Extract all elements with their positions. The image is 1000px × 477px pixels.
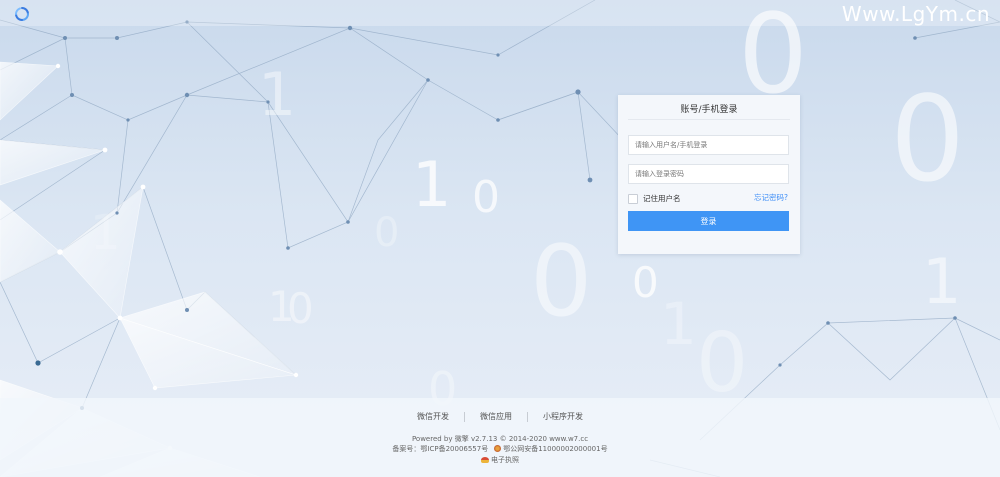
- site-watermark: Www.LgYm.cn: [841, 2, 990, 26]
- footer-link-wechat-dev[interactable]: 微信开发: [402, 411, 464, 422]
- footer-link-wechat-apps[interactable]: 微信应用: [465, 411, 527, 422]
- footer: 微信开发 微信应用 小程序开发 Powered by 微擎 v2.7.13 © …: [0, 398, 1000, 477]
- business-license[interactable]: 电子执照: [0, 455, 1000, 465]
- login-card: 账号/手机登录 记住用户名 忘记密码? 登录: [618, 95, 800, 254]
- police-record[interactable]: 鄂公网安备11000002000001号: [494, 444, 608, 454]
- bg-digit: 1: [90, 205, 121, 261]
- license-text: 电子执照: [491, 456, 519, 464]
- bg-digit: 0: [530, 225, 593, 339]
- bg-digit: 0: [696, 316, 749, 411]
- login-button[interactable]: 登录: [628, 211, 789, 231]
- bg-digit: 1: [922, 245, 962, 318]
- bg-digit: 0: [374, 210, 400, 256]
- bg-digit: 1: [258, 60, 297, 130]
- icp-record[interactable]: 备案号：鄂ICP备20006557号: [392, 444, 488, 454]
- bg-digit: 0: [287, 284, 314, 333]
- w7-logo-icon[interactable]: [14, 6, 30, 22]
- remember-label: 记住用户名: [643, 194, 681, 203]
- remember-checkbox[interactable]: [628, 193, 638, 204]
- divider: [628, 119, 790, 120]
- username-input[interactable]: [628, 135, 789, 155]
- footer-link-miniprogram-dev[interactable]: 小程序开发: [528, 411, 598, 422]
- powered-by-text: Powered by 微擎 v2.7.13 © 2014-2020 www.w7…: [411, 435, 589, 443]
- bg-digit: 1: [660, 290, 697, 358]
- police-record-text: 鄂公网安备11000002000001号: [503, 445, 608, 453]
- login-title: 账号/手机登录: [680, 105, 738, 115]
- bg-digit: 0: [472, 172, 500, 223]
- footer-links: 微信开发 微信应用 小程序开发: [0, 411, 1000, 422]
- bg-digit: 0: [632, 258, 659, 307]
- record-info: 备案号：鄂ICP备20006557号 鄂公网安备11000002000001号: [0, 444, 1000, 454]
- bg-digit: 1: [412, 148, 452, 221]
- forgot-password-link[interactable]: 忘记密码?: [754, 192, 788, 203]
- bg-digit: 0: [890, 70, 966, 208]
- password-input[interactable]: [628, 164, 789, 184]
- police-badge-icon: [494, 445, 502, 452]
- license-emblem-icon: [481, 457, 489, 463]
- remember-username[interactable]: 记住用户名: [628, 193, 681, 204]
